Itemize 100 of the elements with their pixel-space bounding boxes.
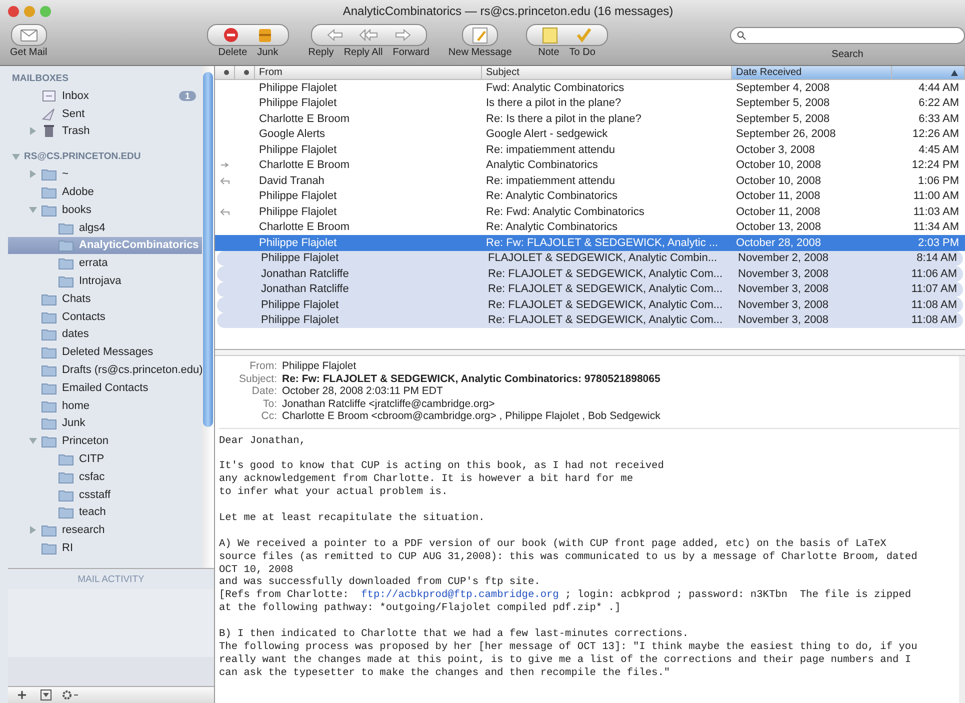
unread-badge: 1 [178,90,196,101]
date-cell-text: November 2, 2008 [737,252,830,264]
toolbar-button[interactable]: Get Mail [10,47,48,58]
mailbox-item[interactable]: Trash [8,122,202,140]
mailbox-item[interactable]: ~ [8,165,202,184]
mailbox-item[interactable]: csstaff [8,486,202,504]
message-row[interactable]: Philippe Flajolet Re: Fw: FLAJOLET & SEDGEWICK, Analytic ... October 28, 2008 2:03 PM [215,235,965,250]
time-cell-text: 11:07 AM [910,283,958,296]
window-title: AnalyticCombinatorics — rs@cs.princeton.edu (16 messages) [342,4,674,18]
mailbox-item[interactable]: teach [8,504,202,522]
mailbox-item[interactable]: Princeton [8,432,202,450]
mailbox-item[interactable]: Adobe [8,183,202,201]
mailbox-item[interactable]: research [8,521,202,540]
search-icon [737,31,746,40]
sender-cell-text: Philippe Flajolet [260,314,340,326]
disclosure-triangle-icon[interactable] [12,152,20,161]
subject-cell-text: Re: Is there a pilot in the plane? [485,112,642,125]
column-header[interactable]: From [255,66,482,79]
date-cell-text: October 3, 2008 [735,144,816,156]
sender-cell-text: Philippe Flajolet [258,82,338,94]
disclosure-triangle-icon[interactable] [29,437,37,446]
header-label: Subject: [238,372,278,385]
date-cell-text: October 28, 2008 [735,236,822,249]
mailbox-item[interactable]: Contacts [8,308,202,326]
toolbar-button[interactable]: Forward [392,47,430,58]
toolbar-button[interactable]: New Message [448,47,512,58]
message-row[interactable]: Jonathan Ratcliffe Re: FLAJOLET & SEDGEWICK, Analytic Com... November 3, 2008 11:06 AM [217,266,963,282]
paper-plane-icon [41,106,57,122]
disclosure-triangle-icon[interactable] [29,127,37,136]
subject-cell-text: Re: impatiemment attendu [485,144,616,156]
mailbox-item[interactable]: Drafts (rs@cs.princeton.edu) [8,361,202,379]
flag-column-icon[interactable] [244,70,249,75]
search-label: Search [832,49,864,60]
message-row[interactable]: Philippe Flajolet Is there a pilot in the plane? September 5, 2008 6:22 AM [215,96,965,111]
message-row[interactable]: Philippe Flajolet Re: FLAJOLET & SEDGEWICK, Analytic Com... November 3, 2008 11:08 AM [217,312,963,328]
settings-button[interactable] [60,688,80,702]
mailbox-item[interactable]: Introjava [8,272,202,290]
section-heading: MAILBOXES [12,73,68,84]
toolbar-button[interactable]: Note [538,47,560,58]
ftp-link[interactable]: ftp://acbkprod@ftp.cambridge.org [361,589,559,602]
toolbar-button-group[interactable] [526,24,608,46]
mailbox-item[interactable]: errata [8,254,202,272]
message-row[interactable]: Philippe Flajolet Re: impatiemment attendu October 3, 2008 4:45 AM [215,142,965,158]
mailbox-item[interactable]: CITP [8,450,202,468]
disclosure-triangle-icon[interactable] [29,526,37,534]
message-row[interactable]: Philippe Flajolet Re: Fwd: Analytic Combinatorics October 11, 2008 11:03 AM [215,204,965,220]
header-value: Re: Fw: FLAJOLET & SEDGEWICK, Analytic Combinatorics: 9780521898065 [282,372,660,385]
scrollbar[interactable] [202,66,214,568]
mailbox-item[interactable]: Emailed Contacts [8,378,202,397]
message-row[interactable]: Charlotte E Broom Re: Analytic Combinatorics October 13, 2008 11:34 AM [215,220,965,235]
mailbox-item[interactable]: Deleted Messages [8,343,202,362]
toolbar-button[interactable]: Junk [257,47,278,58]
subject-cell-text: Re: FLAJOLET & SEDGEWICK, Analytic Com... [487,268,724,280]
message-row[interactable]: Philippe Flajolet Re: Analytic Combinatorics October 11, 2008 11:00 AM [215,188,965,204]
message-row[interactable]: David Tranah Re: impatiemment attendu October 10, 2008 1:06 PM [215,173,965,188]
mailbox-item[interactable]: Inbox 1 [8,87,202,105]
toolbar-button-group[interactable] [10,24,47,46]
toolbar-button[interactable]: Reply [308,47,334,58]
mailbox-item[interactable]: Chats [8,290,202,308]
mailbox-item[interactable]: dates [8,326,202,344]
sender-cell-text: Philippe Flajolet [258,236,338,249]
disclosure-triangle-icon[interactable] [29,206,37,214]
column-header[interactable]: Date Received [732,66,892,79]
message-row[interactable]: Charlotte E Broom Re: Is there a pilot in the plane? September 5, 2008 6:33 AM [215,111,965,126]
sort-arrow-icon [951,70,958,76]
mailbox-item[interactable]: books [8,200,202,219]
mailbox-item[interactable]: csfac [8,468,202,486]
header-label: To: [262,398,278,410]
subject-cell-text: Re: Fwd: Analytic Combinatorics [485,206,646,218]
mailbox-item[interactable]: algs4 [8,218,202,237]
date-cell-text: October 13, 2008 [735,221,822,234]
time-cell-text: 6:22 AM [918,97,960,110]
message-row[interactable]: Jonathan Ratcliffe Re: FLAJOLET & SEDGEWICK, Analytic Com... November 3, 2008 11:07 AM [217,282,963,297]
subject-cell-text: Re: FLAJOLET & SEDGEWICK, Analytic Com... [487,298,724,311]
sender-cell-text: Philippe Flajolet [260,298,340,311]
message-row[interactable]: Philippe Flajolet Re: FLAJOLET & SEDGEWICK, Analytic Com... November 3, 2008 11:08 AM [217,297,963,312]
toolbar-button[interactable]: Delete [218,47,248,58]
status-column-icon[interactable] [224,70,229,75]
toolbar-button-group[interactable] [207,24,290,46]
toolbar-button-group[interactable] [462,24,498,46]
message-row[interactable]: Philippe Flajolet FLAJOLET & SEDGEWICK, Analytic Combin... November 2, 2008 8:14 AM [217,250,963,266]
toolbar-button[interactable]: To Do [569,47,596,58]
message-row[interactable]: Google Alerts Google Alert - sedgewick September 26, 2008 12:26 AM [215,126,965,142]
time-cell-text: 8:14 AM [916,252,958,264]
header-value: Charlotte E Broom <cbroom@cambridge.org> , Philippe Flajolet , Bob Sedgewick [282,410,660,422]
header-value: Philippe Flajolet [282,360,356,372]
mailbox-item[interactable]: home [8,396,202,415]
mailbox-item[interactable]: RI [8,539,202,557]
toolbar-button[interactable]: Reply All [344,47,383,58]
subject-cell-text: Re: Analytic Combinatorics [485,221,618,234]
activity-heading: MAIL ACTIVITY [78,574,144,584]
close-button[interactable] [8,6,19,16]
disclosure-triangle-icon[interactable] [29,170,37,178]
toolbar-button-group[interactable] [310,24,427,46]
mailbox-item[interactable]: Junk [8,414,202,432]
message-row[interactable]: Philippe Flajolet Fwd: Analytic Combinatorics September 4, 2008 4:44 AM [215,80,965,96]
message-row[interactable]: Charlotte E Broom Analytic Combinatorics October 10, 2008 12:24 PM [215,158,965,173]
mailbox-item[interactable]: Sent [8,104,202,123]
minimize-button[interactable] [24,6,35,16]
search-field[interactable] [730,27,965,44]
